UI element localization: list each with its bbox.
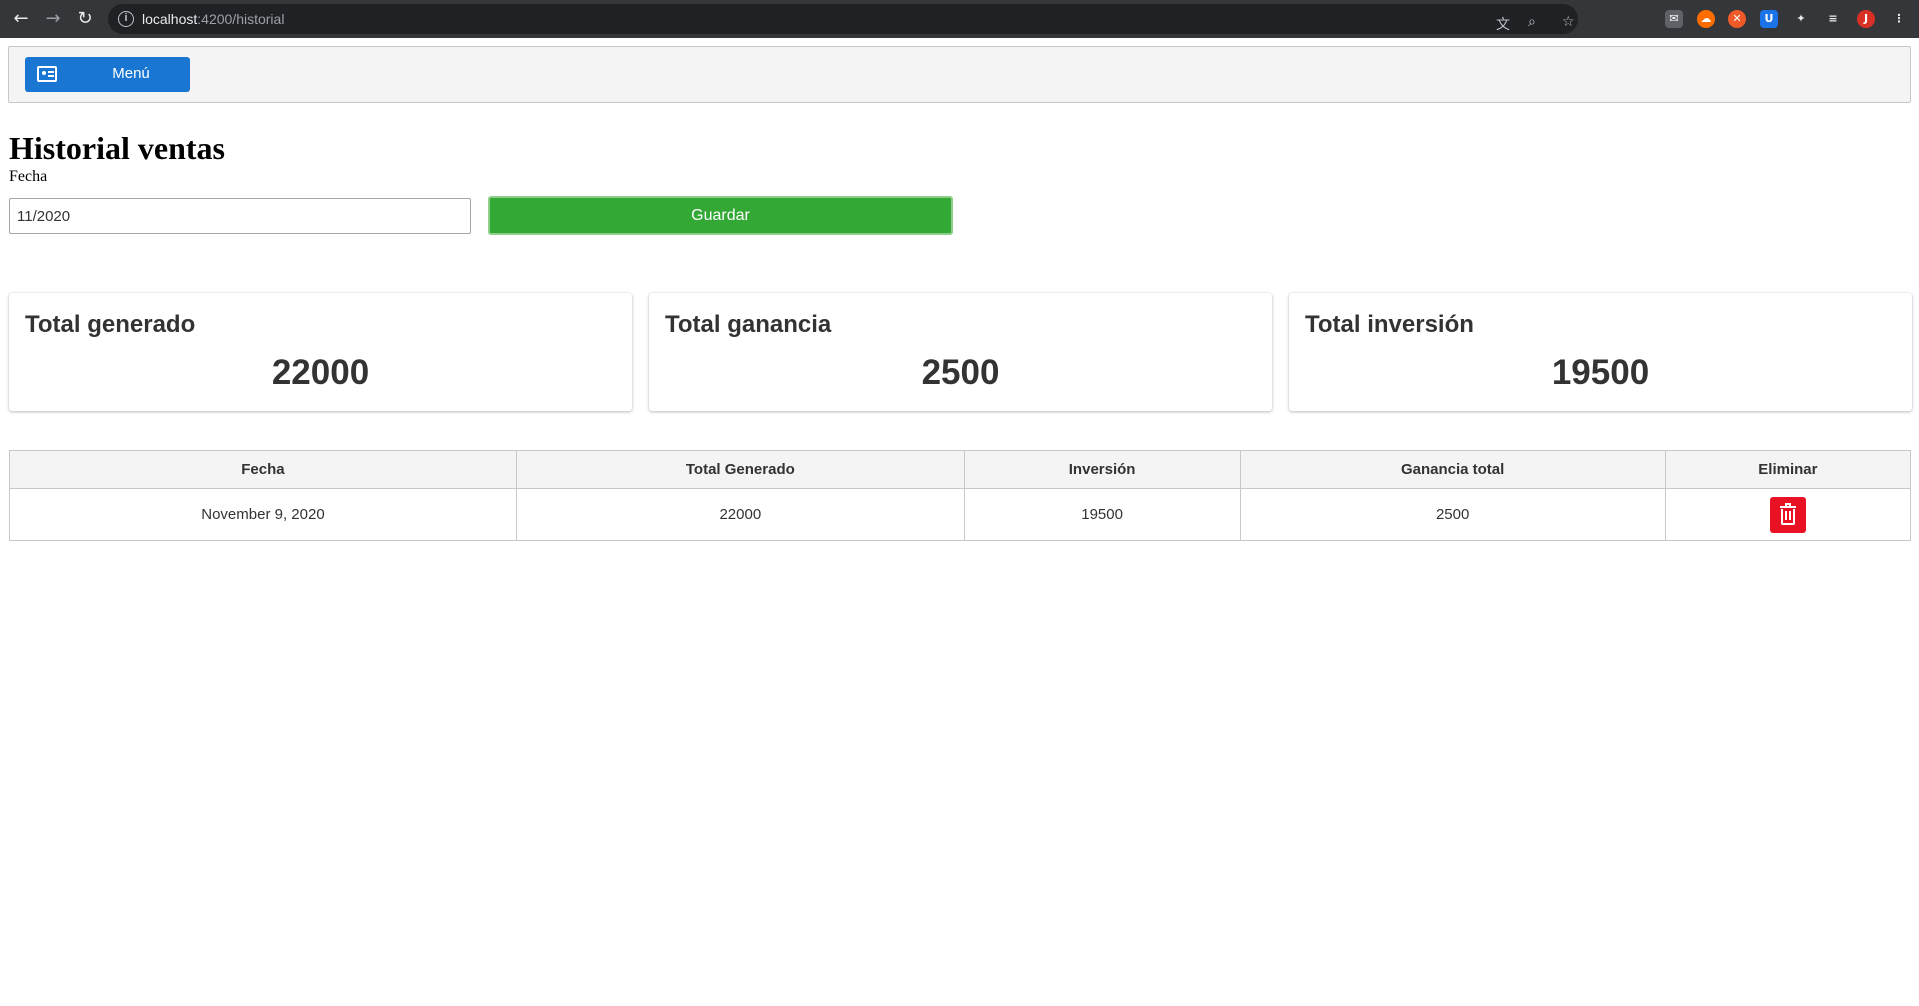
delete-button[interactable] <box>1769 496 1806 533</box>
browser-toolbar: ← → ↻ i localhost:4200/historial ☆ ⌕ 文 ✉… <box>0 0 1919 38</box>
media-queue-icon[interactable]: ≡ <box>1824 10 1842 28</box>
star-icon[interactable]: ☆ <box>1562 14 1575 30</box>
menu-button[interactable]: Menú <box>25 57 190 92</box>
card-value: 22000 <box>271 353 370 392</box>
column-header-inversion[interactable]: Inversión <box>963 450 1241 489</box>
card-title: Total ganancia <box>665 311 832 338</box>
table-row: November 9, 2020 22000 19500 2500 <box>9 488 1912 541</box>
date-label: Fecha <box>9 168 48 185</box>
u-extension-icon[interactable]: U <box>1760 10 1778 28</box>
zoom-icon[interactable]: ⌕ <box>1528 14 1536 30</box>
extension-icon[interactable]: ✕ <box>1728 10 1746 28</box>
translate-icon[interactable]: 文 <box>1496 14 1510 34</box>
table-header-row: Fecha Total Generado Inversión Ganancia … <box>9 450 1912 489</box>
card-value: 2500 <box>921 353 1000 392</box>
date-input[interactable] <box>9 198 471 234</box>
forward-icon[interactable]: → <box>41 7 65 31</box>
column-header-eliminar[interactable]: Eliminar <box>1664 450 1912 489</box>
column-header-total-generado[interactable]: Total Generado <box>515 450 965 489</box>
card-title: Total inversión <box>1305 311 1474 338</box>
cell-eliminar <box>1664 488 1912 541</box>
profile-avatar[interactable]: J <box>1857 10 1875 28</box>
cell-fecha: November 9, 2020 <box>9 488 517 541</box>
puzzle-extensions-icon[interactable]: ✦ <box>1792 10 1810 28</box>
cell-inversion: 19500 <box>963 488 1241 541</box>
sales-history-table: Fecha Total Generado Inversión Ganancia … <box>9 450 1912 541</box>
reload-icon[interactable]: ↻ <box>73 7 97 31</box>
mail-extension-icon[interactable]: ✉ <box>1665 10 1683 28</box>
card-value: 19500 <box>1551 353 1650 392</box>
site-info-icon[interactable]: i <box>118 11 134 27</box>
card-total-ganancia: Total ganancia 2500 <box>649 293 1272 411</box>
back-icon[interactable]: ← <box>9 7 33 31</box>
cell-total-generado: 22000 <box>515 488 965 541</box>
menu-button-label: Menú <box>112 65 150 82</box>
top-menubar: Menú <box>8 46 1911 103</box>
id-card-icon <box>37 66 57 82</box>
page-title: Historial ventas <box>9 130 225 166</box>
cell-ganancia-total: 2500 <box>1239 488 1666 541</box>
more-menu-icon[interactable]: ⋮ <box>1890 10 1908 28</box>
url-text[interactable]: localhost:4200/historial <box>142 11 284 27</box>
address-bar[interactable]: i localhost:4200/historial ☆ ⌕ 文 <box>108 4 1578 34</box>
cloud-extension-icon[interactable]: ☁ <box>1697 10 1715 28</box>
column-header-fecha[interactable]: Fecha <box>9 450 517 489</box>
column-header-ganancia-total[interactable]: Ganancia total <box>1239 450 1666 489</box>
card-total-inversion: Total inversión 19500 <box>1289 293 1912 411</box>
save-button[interactable]: Guardar <box>488 196 953 235</box>
card-title: Total generado <box>25 311 196 338</box>
card-total-generado: Total generado 22000 <box>9 293 632 411</box>
